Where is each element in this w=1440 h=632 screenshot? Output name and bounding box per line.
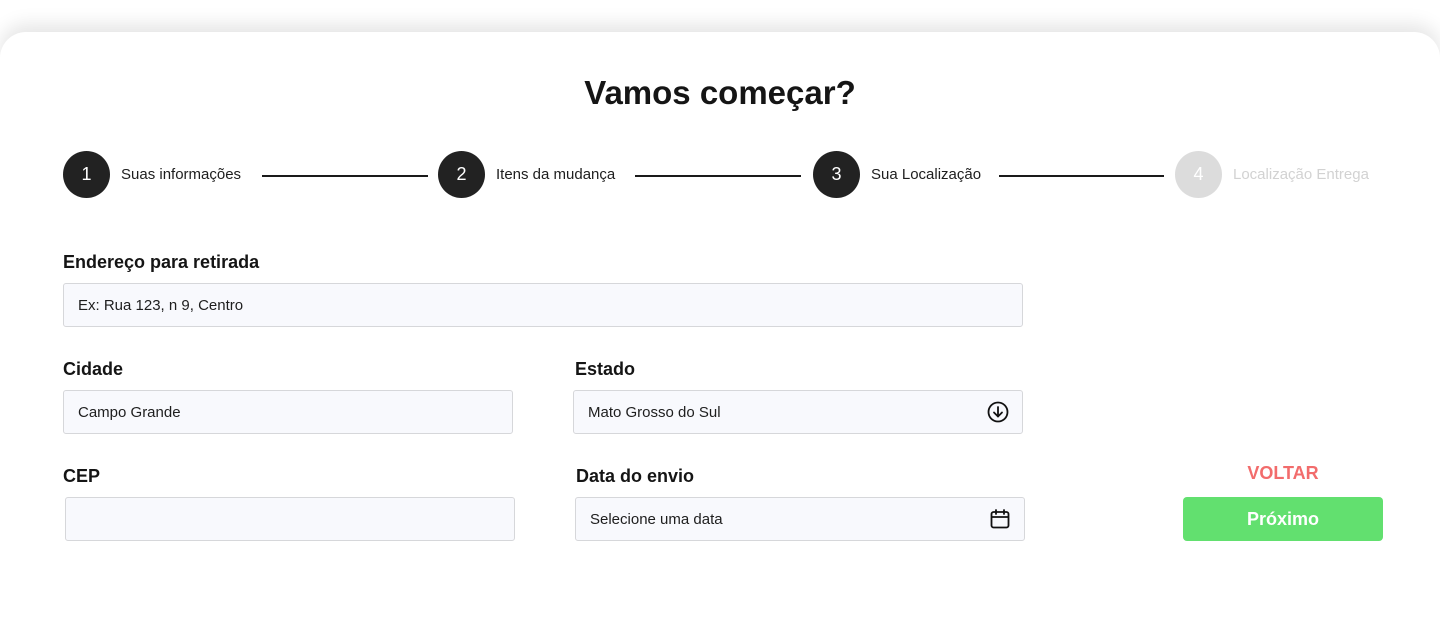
main-card: [0, 32, 1440, 632]
step-connector: [999, 175, 1164, 177]
address-label: Endereço para retirada: [63, 252, 260, 272]
step-4: 4 Localização Entrega: [1175, 151, 1369, 198]
next-button[interactable]: Próximo: [1183, 497, 1383, 541]
cep-label: CEP: [63, 466, 101, 486]
calendar-icon[interactable]: [988, 507, 1012, 531]
back-button[interactable]: VOLTAR: [1183, 462, 1383, 484]
state-label: Estado: [575, 359, 636, 379]
address-input[interactable]: Ex: Rua 123, n 9, Centro: [63, 283, 1023, 327]
address-input-text: Ex: Rua 123, n 9, Centro: [78, 296, 244, 314]
step-2: 2 Itens da mudança: [438, 151, 615, 198]
step-4-label: Localização Entrega: [1233, 166, 1369, 183]
step-connector: [262, 175, 428, 177]
step-2-label: Itens da mudança: [496, 166, 616, 183]
state-select-text: Mato Grosso do Sul: [588, 403, 721, 421]
cep-input[interactable]: [65, 497, 515, 541]
arrow-down-circle-icon[interactable]: [986, 400, 1010, 424]
city-input[interactable]: Campo Grande: [63, 390, 513, 434]
step-1-number: 1: [63, 151, 110, 198]
step-1-label: Suas informações: [121, 166, 242, 183]
step-4-number: 4: [1175, 151, 1222, 198]
state-select[interactable]: Mato Grosso do Sul: [573, 390, 1023, 434]
step-1: 1 Suas informações: [63, 151, 241, 198]
step-3-number: 3: [813, 151, 860, 198]
step-connector: [635, 175, 801, 177]
step-3-label: Sua Localização: [871, 166, 982, 183]
ship-date-label: Data do envio: [576, 466, 695, 486]
city-input-text: Campo Grande: [78, 403, 181, 421]
step-2-number: 2: [438, 151, 485, 198]
city-label: Cidade: [63, 359, 124, 379]
ship-date-input-text: Selecione uma data: [590, 510, 723, 528]
page-title: Vamos começar?: [584, 74, 856, 111]
step-3: 3 Sua Localização: [813, 151, 981, 198]
ship-date-input[interactable]: Selecione uma data: [575, 497, 1025, 541]
